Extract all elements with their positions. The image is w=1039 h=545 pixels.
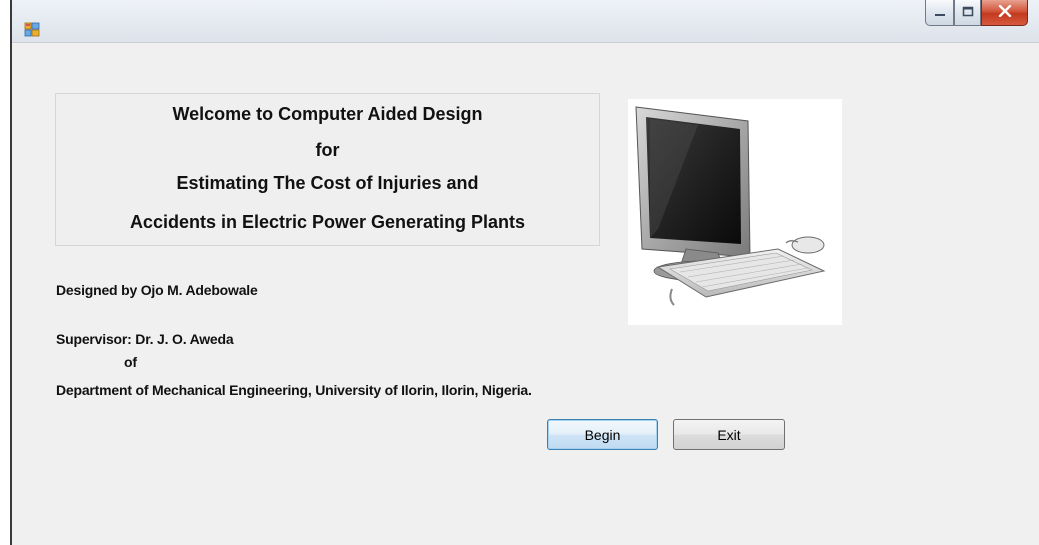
welcome-heading-line-2: for <box>315 140 340 160</box>
app-window-icon[interactable] <box>24 21 40 37</box>
of-label: of <box>124 354 137 370</box>
designer-label: Designed by Ojo M. Adebowale <box>56 282 258 298</box>
main-window: Welcome to Computer Aided Design for Est… <box>10 0 1039 545</box>
begin-button[interactable]: Begin <box>547 419 658 450</box>
minimize-button[interactable] <box>925 0 954 26</box>
close-button[interactable] <box>981 0 1028 26</box>
department-label: Department of Mechanical Engineering, Un… <box>56 382 532 398</box>
minimize-icon <box>933 4 947 22</box>
form-client-area: Welcome to Computer Aided Design for Est… <box>12 43 1039 545</box>
welcome-heading-line-4: Accidents in Electric Power Generating P… <box>129 212 526 232</box>
window-controls <box>925 0 1039 30</box>
desktop-computer-image <box>628 99 842 325</box>
close-icon <box>998 4 1012 22</box>
maximize-icon <box>962 4 974 22</box>
supervisor-label: Supervisor: Dr. J. O. Aweda <box>56 331 234 347</box>
title-bar[interactable] <box>12 0 1039 43</box>
welcome-heading-line-1: Welcome to Computer Aided Design <box>172 104 483 124</box>
welcome-heading-line-3: Estimating The Cost of Injuries and <box>176 173 479 193</box>
maximize-button[interactable] <box>954 0 981 26</box>
welcome-panel: Welcome to Computer Aided Design for Est… <box>55 93 600 246</box>
exit-button[interactable]: Exit <box>673 419 785 450</box>
